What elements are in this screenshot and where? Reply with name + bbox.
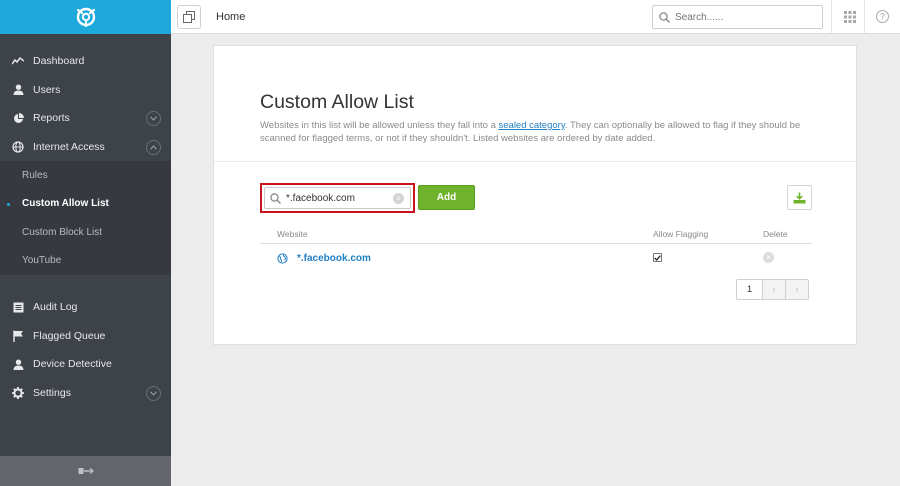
sidebar-item-label: Users: [33, 83, 61, 96]
search-icon: [270, 192, 281, 204]
internet-access-submenu: Rules Custom Allow List Custom Block Lis…: [0, 161, 171, 275]
website-input[interactable]: [286, 192, 391, 204]
sidebar-subitem-label: Custom Block List: [22, 226, 103, 238]
column-header-delete: Delete: [763, 229, 788, 239]
sidebar-subitem-label: Custom Allow List: [22, 198, 109, 210]
windows-icon: [183, 11, 195, 23]
breadcrumb[interactable]: Home: [216, 11, 245, 23]
collapse-sidebar-icon: [78, 468, 94, 474]
pie-chart-icon: [12, 112, 24, 124]
flag-icon: [12, 330, 24, 342]
chevron-down-icon[interactable]: [146, 111, 161, 126]
sidebar-item-label: Reports: [33, 112, 70, 125]
sidebar-subitem-label: Rules: [22, 169, 48, 181]
next-page-button[interactable]: ›: [785, 280, 808, 299]
sealed-category-link[interactable]: sealed category: [499, 120, 565, 131]
pagination: 1 ‹ ›: [736, 279, 809, 300]
sidebar-item-label: Settings: [33, 386, 71, 399]
logo-bar[interactable]: [0, 0, 171, 34]
search-input[interactable]: [675, 11, 815, 23]
clear-input-icon[interactable]: ×: [393, 193, 404, 204]
sidebar-item-label: Dashboard: [33, 55, 85, 68]
chevron-down-icon[interactable]: [146, 385, 161, 401]
search-icon: [659, 11, 670, 23]
chevron-up-icon[interactable]: [146, 139, 161, 155]
page-number-button[interactable]: 1: [737, 280, 762, 299]
sidebar-subitem-youtube[interactable]: YouTube: [0, 247, 171, 276]
global-search[interactable]: [652, 5, 823, 29]
sidebar-subitem-label: YouTube: [22, 255, 62, 267]
column-header-website: Website: [277, 229, 308, 239]
sidebar-item-label: Device Detective: [33, 358, 112, 371]
card-divider: [214, 161, 856, 162]
sidebar-footer[interactable]: [0, 456, 171, 486]
page-title: Custom Allow List: [260, 91, 414, 113]
user-icon: [12, 358, 24, 370]
sidebar-item-label: Audit Log: [33, 301, 78, 314]
apps-grid-icon[interactable]: [844, 11, 856, 26]
gear-icon: [12, 386, 24, 399]
globe-icon: [277, 253, 288, 267]
delete-icon[interactable]: ×: [763, 252, 774, 263]
page-description: Websites in this list will be allowed un…: [260, 119, 810, 145]
website-link[interactable]: *.facebook.com: [297, 253, 371, 264]
globe-icon: [12, 141, 24, 153]
topbar-divider: [831, 0, 832, 34]
topbar: Home ?: [171, 0, 900, 34]
sidebar: Dashboard Users Reports Internet Access: [0, 0, 171, 486]
sidebar-item-device-detective[interactable]: Device Detective: [0, 350, 171, 379]
column-header-allow-flagging: Allow Flagging: [653, 229, 709, 239]
sidebar-item-dashboard[interactable]: Dashboard: [0, 47, 171, 76]
sidebar-item-audit-log[interactable]: Audit Log: [0, 293, 171, 322]
sidebar-nav: Dashboard Users Reports Internet Access: [0, 47, 171, 407]
sidebar-subitem-custom-allow-list[interactable]: Custom Allow List: [0, 190, 171, 219]
sidebar-item-reports[interactable]: Reports: [0, 104, 171, 133]
sidebar-subitem-rules[interactable]: Rules: [0, 161, 171, 190]
table-header: Website Allow Flagging Delete: [260, 222, 812, 244]
custom-allow-list-card: Custom Allow List Websites in this list …: [213, 45, 857, 345]
description-text: Websites in this list will be allowed un…: [260, 120, 499, 131]
table-row: *.facebook.com ×: [260, 246, 812, 270]
sidebar-item-internet-access[interactable]: Internet Access: [0, 133, 171, 162]
prev-page-button[interactable]: ‹: [762, 280, 785, 299]
sidebar-item-users[interactable]: Users: [0, 76, 171, 105]
topbar-divider: [864, 0, 865, 34]
add-button[interactable]: Add: [418, 185, 475, 210]
sidebar-subitem-custom-block-list[interactable]: Custom Block List: [0, 218, 171, 247]
sidebar-item-flagged-queue[interactable]: Flagged Queue: [0, 322, 171, 351]
activity-icon: [12, 55, 24, 67]
download-icon: [793, 192, 806, 203]
brand-logo-icon: [76, 7, 95, 28]
user-icon: [12, 84, 24, 96]
export-button[interactable]: [787, 185, 812, 210]
window-toggle-button[interactable]: [177, 5, 201, 29]
list-icon: [12, 301, 24, 313]
checkmark-icon: [654, 254, 661, 261]
sidebar-item-label: Internet Access: [33, 140, 105, 153]
help-icon[interactable]: ?: [876, 10, 889, 23]
sidebar-item-settings[interactable]: Settings: [0, 379, 171, 408]
website-input-field[interactable]: ×: [264, 187, 411, 209]
sidebar-item-label: Flagged Queue: [33, 329, 106, 342]
allow-flagging-checkbox[interactable]: [653, 253, 662, 262]
